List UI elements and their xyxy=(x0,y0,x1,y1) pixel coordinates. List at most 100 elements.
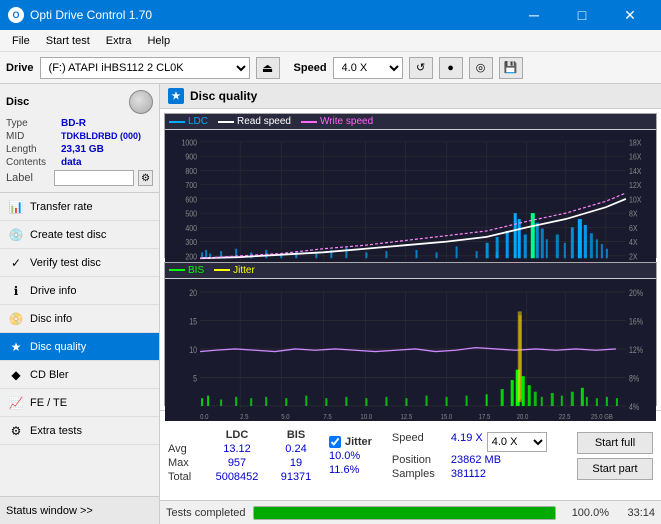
main-content: Disc Type BD-R MID TDKBLDRBD (000) Lengt… xyxy=(0,84,661,524)
legend-ldc-label: LDC xyxy=(188,116,208,127)
disc-label-row: Label ⚙ xyxy=(6,170,153,186)
disc-header: Disc xyxy=(6,90,153,114)
stats-max-row: Max 957 19 xyxy=(168,457,321,469)
label-input[interactable] xyxy=(54,170,134,186)
svg-text:12X: 12X xyxy=(629,181,641,191)
nav-drive-info[interactable]: ℹ Drive info xyxy=(0,277,159,305)
samples-row: Samples 381112 xyxy=(392,468,547,480)
stats-bar: LDC BIS Avg 13.12 0.24 Max 957 19 Tota xyxy=(160,410,661,500)
nav-cd-bler-label: CD Bler xyxy=(30,369,69,381)
svg-text:16%: 16% xyxy=(629,316,643,326)
maximize-button[interactable]: □ xyxy=(559,0,605,30)
start-full-button[interactable]: Start full xyxy=(577,432,653,454)
action-buttons: Start full Start part xyxy=(577,432,653,480)
nav-disc-quality-label: Disc quality xyxy=(30,341,86,353)
chart2-container: BIS Jitter xyxy=(164,262,657,407)
speed-position-info: Speed 4.19 X 4.0 X 1.0 X 2.0 X 8.0 X Pos… xyxy=(392,432,547,480)
nav-drive-info-label: Drive info xyxy=(30,285,76,297)
app-icon: O xyxy=(8,7,24,23)
bis-header: BIS xyxy=(271,429,321,441)
svg-text:14X: 14X xyxy=(629,166,641,176)
position-label: Position xyxy=(392,454,447,466)
stat-speed-select[interactable]: 4.0 X 1.0 X 2.0 X 8.0 X xyxy=(487,432,547,452)
avg-label: Avg xyxy=(168,443,203,455)
chart2-svg: 20 15 10 5 20% 16% 12% 8% 4% 0.0 2.5 5.0… xyxy=(165,279,656,422)
drive-select[interactable]: (F:) ATAPI iHBS112 2 CL0K xyxy=(40,57,250,79)
progress-bar-container xyxy=(253,506,556,520)
svg-text:4%: 4% xyxy=(629,402,639,412)
stats-top: LDC BIS Avg 13.12 0.24 Max 957 19 Tota xyxy=(160,411,661,500)
status-completed-text: Tests completed xyxy=(166,507,245,519)
app-title: Opti Drive Control 1.70 xyxy=(30,8,152,22)
chart1-legend: LDC Read speed Write speed xyxy=(165,114,656,130)
avg-ldc: 13.12 xyxy=(207,443,267,455)
dq-icon: ★ xyxy=(168,88,184,104)
nav-verify-test-disc-label: Verify test disc xyxy=(30,257,101,269)
nav-extra-tests[interactable]: ⚙ Extra tests xyxy=(0,417,159,445)
close-button[interactable]: ✕ xyxy=(607,0,653,30)
contents-value: data xyxy=(61,157,82,168)
total-ldc: 5008452 xyxy=(207,471,267,483)
svg-text:5: 5 xyxy=(193,373,197,383)
length-label: Length xyxy=(6,144,61,155)
svg-text:20: 20 xyxy=(189,288,197,298)
nav-disc-info[interactable]: 📀 Disc info xyxy=(0,305,159,333)
disc-contents-row: Contents data xyxy=(6,157,153,168)
minimize-button[interactable]: ─ xyxy=(511,0,557,30)
svg-text:10X: 10X xyxy=(629,195,641,205)
legend-bis-label: BIS xyxy=(188,265,204,276)
fe-te-icon: 📈 xyxy=(8,395,24,411)
refresh-button[interactable]: ↺ xyxy=(409,57,433,79)
max-jitter: 11.6% xyxy=(329,464,359,476)
nav-disc-quality[interactable]: ★ Disc quality xyxy=(0,333,159,361)
left-panel: Disc Type BD-R MID TDKBLDRBD (000) Lengt… xyxy=(0,84,160,524)
progress-bar-fill xyxy=(254,507,555,519)
svg-text:600: 600 xyxy=(185,195,197,205)
status-window-button[interactable]: Status window >> xyxy=(0,496,159,524)
chart2-legend: BIS Jitter xyxy=(165,263,656,279)
chart1-container: LDC Read speed Write speed xyxy=(164,113,657,258)
jitter-checkbox[interactable] xyxy=(329,436,341,448)
svg-text:200: 200 xyxy=(185,252,197,262)
nav-extra-tests-label: Extra tests xyxy=(30,425,82,437)
nav-cd-bler[interactable]: ◆ CD Bler xyxy=(0,361,159,389)
extra-tests-icon: ⚙ xyxy=(8,423,24,439)
svg-text:7.5: 7.5 xyxy=(323,413,331,421)
menu-bar: File Start test Extra Help xyxy=(0,30,661,52)
nav-verify-test-disc[interactable]: ✓ Verify test disc xyxy=(0,249,159,277)
svg-text:900: 900 xyxy=(185,152,197,162)
record-button[interactable]: ● xyxy=(439,57,463,79)
svg-text:12%: 12% xyxy=(629,345,643,355)
svg-text:2.5: 2.5 xyxy=(240,413,248,421)
eject-button[interactable]: ⏏ xyxy=(256,57,280,79)
svg-text:300: 300 xyxy=(185,238,197,248)
chart1-svg: 1000 900 800 700 600 500 400 300 200 18X… xyxy=(165,130,656,273)
save-button[interactable]: 💾 xyxy=(499,57,523,79)
nav-transfer-rate[interactable]: 📊 Transfer rate xyxy=(0,193,159,221)
svg-text:0.0: 0.0 xyxy=(200,413,208,421)
svg-text:700: 700 xyxy=(185,181,197,191)
speed-select[interactable]: 4.0 X 1.0 X 2.0 X 8.0 X xyxy=(333,57,403,79)
menu-file[interactable]: File xyxy=(4,33,38,49)
nav-fe-te[interactable]: 📈 FE / TE xyxy=(0,389,159,417)
svg-text:4X: 4X xyxy=(629,238,638,248)
label-label: Label xyxy=(6,172,50,184)
mid-label: MID xyxy=(6,131,61,142)
svg-text:6X: 6X xyxy=(629,223,638,233)
menu-start-test[interactable]: Start test xyxy=(38,33,98,49)
length-value: 23,31 GB xyxy=(61,144,104,155)
label-button[interactable]: ⚙ xyxy=(138,170,153,186)
disc-section: Disc Type BD-R MID TDKBLDRBD (000) Lengt… xyxy=(0,84,159,193)
disc-mid-row: MID TDKBLDRBD (000) xyxy=(6,131,153,142)
jitter-column: Jitter 10.0% 11.6% xyxy=(329,436,372,476)
legend-write-speed-label: Write speed xyxy=(320,116,373,127)
samples-value: 381112 xyxy=(451,468,486,480)
title-bar-left: O Opti Drive Control 1.70 xyxy=(8,7,152,23)
start-part-button[interactable]: Start part xyxy=(577,458,653,480)
menu-help[interactable]: Help xyxy=(139,33,178,49)
menu-extra[interactable]: Extra xyxy=(98,33,140,49)
position-value: 23862 MB xyxy=(451,454,501,466)
disc-button[interactable]: ◎ xyxy=(469,57,493,79)
nav-create-test-disc[interactable]: 💿 Create test disc xyxy=(0,221,159,249)
disc-length-row: Length 23,31 GB xyxy=(6,144,153,155)
